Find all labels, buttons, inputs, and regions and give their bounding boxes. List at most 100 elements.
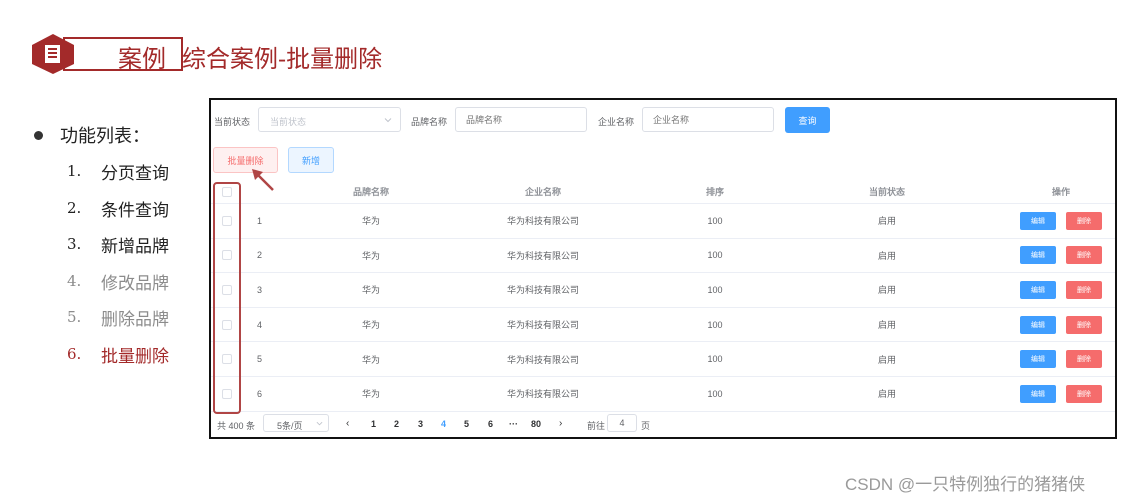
delete-button[interactable]: 删除 <box>1066 280 1102 299</box>
checkbox-column-highlight <box>213 182 241 414</box>
feature-item: 6. 批量删除 <box>67 342 169 379</box>
chevron-down-icon <box>384 118 392 123</box>
row-index: 1 <box>257 215 263 226</box>
feature-num: 5. <box>67 308 82 326</box>
row-index: 2 <box>257 250 263 261</box>
row-index: 3 <box>257 284 263 295</box>
row-actions: 编辑 删除 <box>1011 273 1111 307</box>
page-ellipsis[interactable]: ··· <box>509 419 518 429</box>
edit-button[interactable]: 编辑 <box>1020 280 1056 299</box>
pagination: 共 400 条 5条/页 ‹ 1 2 3 4 5 6 ··· 80 › 前往 页 <box>211 412 1115 436</box>
table-row: 5 华为 华为科技有限公司 100 启用 编辑 删除 <box>211 342 1115 377</box>
delete-button[interactable]: 删除 <box>1066 315 1102 334</box>
status-label: 当前状态 <box>214 117 251 127</box>
brand-name-input[interactable] <box>455 107 587 132</box>
page-size-select[interactable]: 5条/页 <box>263 414 329 432</box>
row-brand: 华为 <box>361 320 380 331</box>
header-order: 排序 <box>705 187 724 197</box>
delete-button[interactable]: 删除 <box>1066 350 1102 369</box>
next-page-button[interactable]: › <box>559 418 562 429</box>
feature-label: 分页查询 <box>101 164 169 184</box>
page-last[interactable]: 80 <box>531 419 541 429</box>
company-label: 企业名称 <box>598 117 635 127</box>
status-select[interactable]: 当前状态 <box>258 107 401 132</box>
row-status: 启用 <box>877 216 896 227</box>
feature-num: 3. <box>67 235 82 253</box>
edit-button[interactable]: 编辑 <box>1020 384 1056 403</box>
page-5[interactable]: 5 <box>464 419 469 429</box>
goto-label: 前往 <box>587 421 606 431</box>
row-company: 华为科技有限公司 <box>506 250 579 261</box>
row-status: 启用 <box>877 250 896 261</box>
table-row: 3 华为 华为科技有限公司 100 启用 编辑 删除 <box>211 273 1115 308</box>
edit-button[interactable]: 编辑 <box>1020 350 1056 369</box>
row-status: 启用 <box>877 320 896 331</box>
row-order: 100 <box>707 284 723 295</box>
row-status: 启用 <box>877 285 896 296</box>
feature-num: 1. <box>67 162 82 180</box>
edit-button[interactable]: 编辑 <box>1020 211 1056 230</box>
edit-button[interactable]: 编辑 <box>1020 246 1056 265</box>
brand-label: 品牌名称 <box>411 117 448 127</box>
row-brand: 华为 <box>361 250 380 261</box>
row-status: 启用 <box>877 354 896 365</box>
goto-page-input[interactable] <box>607 414 637 432</box>
row-order: 100 <box>707 354 723 365</box>
row-actions: 编辑 删除 <box>1011 342 1111 376</box>
row-actions: 编辑 删除 <box>1011 308 1111 342</box>
row-actions: 编辑 删除 <box>1011 204 1111 238</box>
page-2[interactable]: 2 <box>394 419 399 429</box>
feature-num: 4. <box>67 271 82 290</box>
row-index: 5 <box>257 354 263 365</box>
row-order: 100 <box>707 388 723 399</box>
row-company: 华为科技有限公司 <box>506 354 579 365</box>
page-1[interactable]: 1 <box>371 419 376 429</box>
page-6[interactable]: 6 <box>488 419 493 429</box>
prev-page-button[interactable]: ‹ <box>346 418 349 429</box>
feature-num: 6. <box>67 344 82 363</box>
row-company: 华为科技有限公司 <box>506 320 579 331</box>
delete-button[interactable]: 删除 <box>1066 211 1102 230</box>
add-button[interactable]: 新增 <box>288 147 334 173</box>
status-select-placeholder: 当前状态 <box>270 117 307 127</box>
feature-label: 新增品牌 <box>101 237 169 257</box>
slide-title: 综合案例-批量删除 <box>182 45 383 73</box>
pagination-total: 共 400 条 <box>217 421 256 431</box>
row-index: 4 <box>257 319 263 330</box>
query-button[interactable]: 查询 <box>785 107 830 133</box>
row-index: 6 <box>257 388 263 399</box>
delete-button[interactable]: 删除 <box>1066 246 1102 265</box>
app-screenshot-frame: 当前状态 当前状态 品牌名称 企业名称 查询 批量删除 新增 品牌名称 企业名称… <box>209 98 1117 439</box>
row-brand: 华为 <box>361 285 380 296</box>
row-status: 启用 <box>877 389 896 400</box>
feature-label: 批量删除 <box>101 346 169 367</box>
row-brand: 华为 <box>361 354 380 365</box>
feature-list: 1. 分页查询 2. 条件查询 3. 新增品牌 4. 修改品牌 5. 删除品牌 6. 批量删… <box>67 159 169 378</box>
row-brand: 华为 <box>361 216 380 227</box>
delete-button[interactable]: 删除 <box>1066 384 1102 403</box>
table-row: 2 华为 华为科技有限公司 100 启用 编辑 删除 <box>211 239 1115 274</box>
csdn-watermark: CSDN @一只特例独行的猪猪侠 <box>845 475 1086 494</box>
feature-item: 4. 修改品牌 <box>67 269 169 306</box>
row-order: 100 <box>707 250 723 261</box>
page-4-current[interactable]: 4 <box>441 419 446 429</box>
brand-management-ui: 当前状态 当前状态 品牌名称 企业名称 查询 批量删除 新增 品牌名称 企业名称… <box>211 100 1115 437</box>
feature-num: 2. <box>67 198 82 217</box>
row-company: 华为科技有限公司 <box>506 285 579 296</box>
feature-item: 3. 新增品牌 <box>67 232 169 269</box>
edit-button[interactable]: 编辑 <box>1020 315 1056 334</box>
feature-label: 删除品牌 <box>101 310 169 330</box>
page-size-value: 5条/页 <box>277 421 303 431</box>
row-company: 华为科技有限公司 <box>506 389 579 400</box>
header-status: 当前状态 <box>868 187 905 197</box>
row-company: 华为科技有限公司 <box>506 216 579 227</box>
badge-label: 案例 <box>118 45 166 73</box>
page-3[interactable]: 3 <box>418 419 423 429</box>
feature-item: 5. 删除品牌 <box>67 305 169 342</box>
document-icon <box>30 33 76 75</box>
chevron-down-icon <box>316 421 323 426</box>
company-name-input[interactable] <box>642 107 774 132</box>
feature-item: 1. 分页查询 <box>67 159 169 196</box>
row-brand: 华为 <box>361 389 380 400</box>
bullet-icon <box>34 130 43 140</box>
